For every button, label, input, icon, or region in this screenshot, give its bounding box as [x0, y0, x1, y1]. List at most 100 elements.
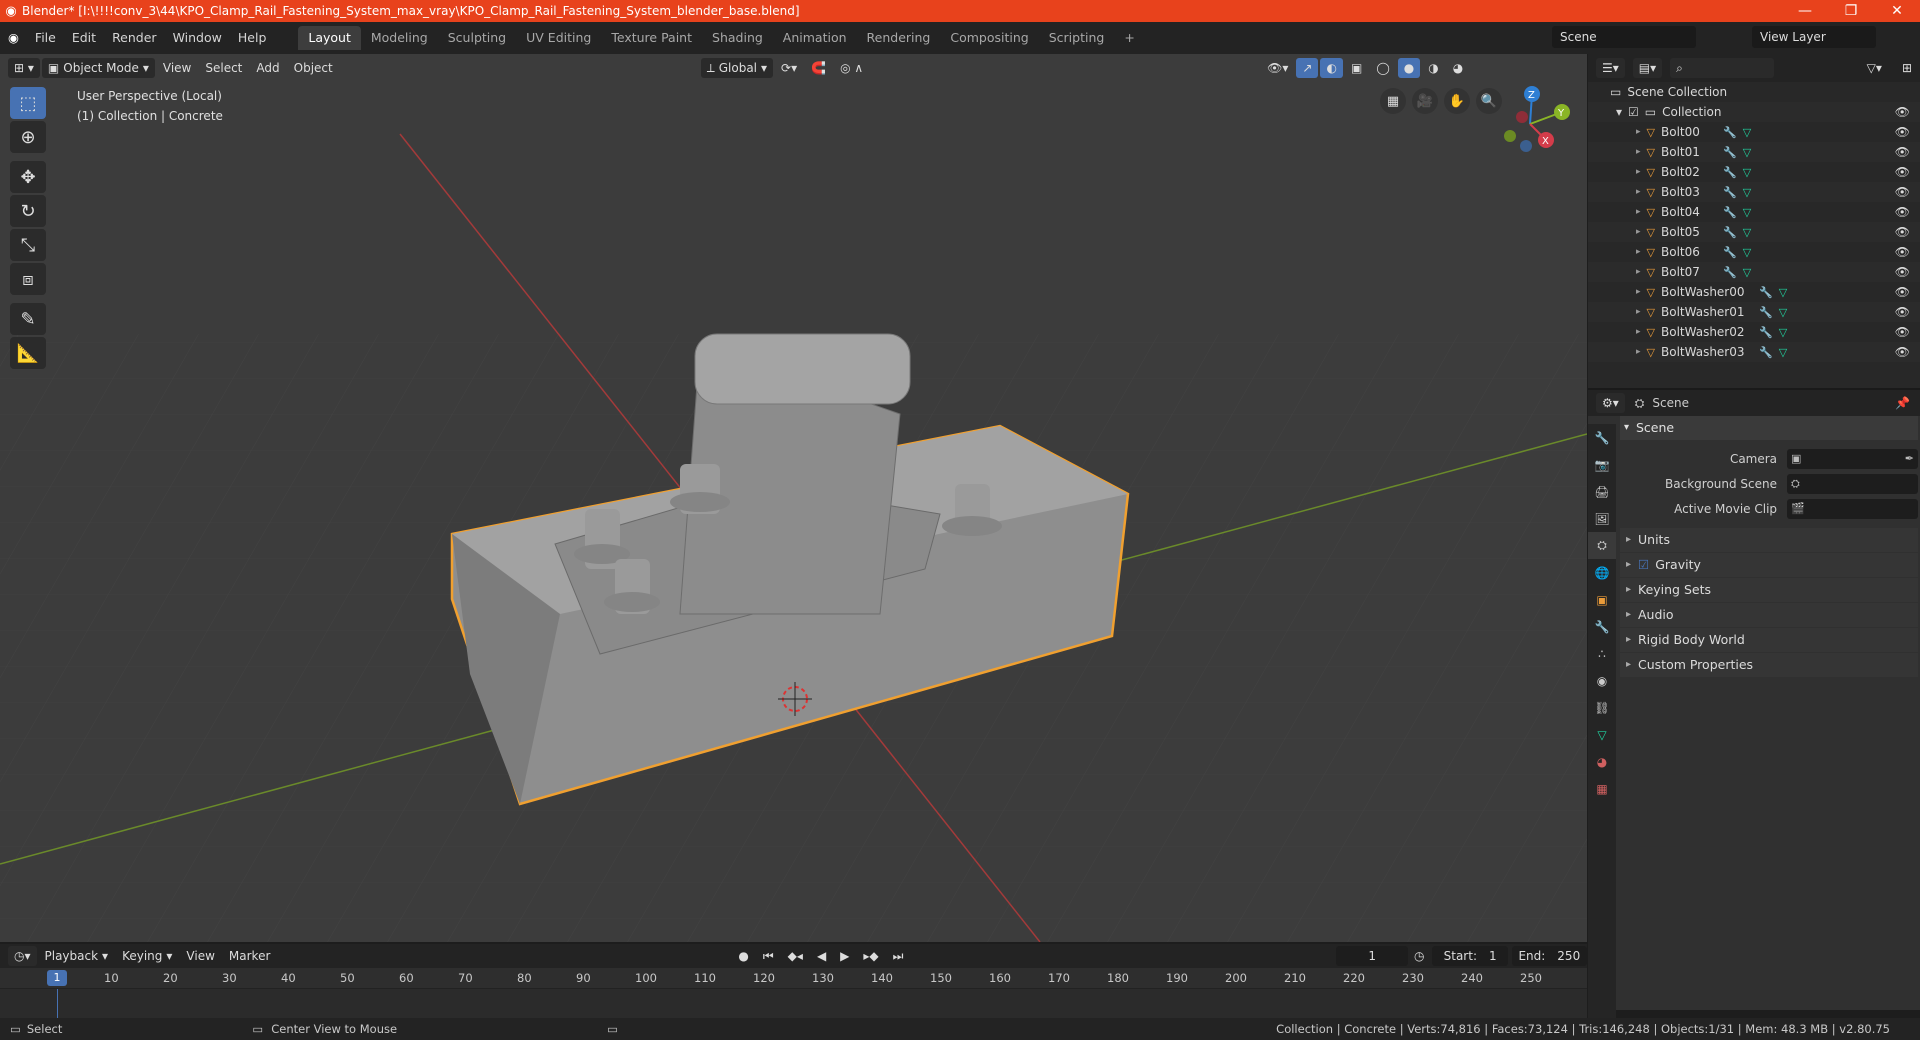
expand-arrow-icon[interactable]: ▸	[1636, 347, 1641, 357]
close-button[interactable]: ✕	[1874, 3, 1920, 19]
record-icon[interactable]: ●	[732, 946, 754, 966]
editor-type-button[interactable]: ⊞ ▾	[8, 58, 40, 78]
expand-arrow-icon[interactable]: ▸	[1636, 287, 1641, 297]
tree-row-object[interactable]: ▸ ▽ Bolt05 🔧 ▽ 👁	[1588, 222, 1920, 242]
expand-arrow-icon[interactable]: ▸	[1636, 227, 1641, 237]
minimize-button[interactable]: —	[1782, 3, 1828, 19]
tree-row-object[interactable]: ▸ ▽ Bolt07 🔧 ▽ 👁	[1588, 262, 1920, 282]
tab-shading[interactable]: Shading	[702, 26, 773, 50]
expand-arrow-icon[interactable]: ▸	[1636, 187, 1641, 197]
shading-rendered-icon[interactable]: ◕	[1447, 58, 1469, 78]
navigation-gizmo[interactable]: Z Y X	[1490, 84, 1570, 164]
tree-row-object[interactable]: ▸ ▽ BoltWasher03 🔧 ▽ 👁	[1588, 342, 1920, 362]
menu-render[interactable]: Render	[104, 27, 165, 49]
expand-arrow-icon[interactable]: ▸	[1636, 167, 1641, 177]
rotate-tool-icon[interactable]: ↻	[10, 195, 46, 227]
tree-row-object[interactable]: ▸ ▽ BoltWasher00 🔧 ▽ 👁	[1588, 282, 1920, 302]
eye-icon[interactable]: 👁	[1895, 265, 1910, 279]
current-frame-field[interactable]: 1	[1336, 946, 1408, 966]
move-tool-icon[interactable]: ✥	[10, 161, 46, 193]
material-tab-icon[interactable]: ◕	[1588, 748, 1616, 775]
tab-modeling[interactable]: Modeling	[361, 26, 438, 50]
timeline-ruler[interactable]: 1 10 20 30 40 50 60 70 80 90 100 110 120 130 140 150 16…	[0, 968, 1587, 988]
checkbox-icon[interactable]: ☑	[1628, 105, 1639, 119]
timeline-editor-type-button[interactable]: ◷▾	[8, 946, 37, 966]
expand-arrow-icon[interactable]: ▸	[1636, 267, 1641, 277]
tree-row-collection[interactable]: ▾ ☑ ▭ Collection 👁	[1588, 102, 1920, 122]
tab-layout[interactable]: Layout	[298, 26, 361, 50]
eye-icon[interactable]: 👁	[1895, 325, 1910, 339]
view-layer-selector[interactable]: View Layer	[1752, 26, 1876, 48]
visibility-icon[interactable]: 👁▾	[1261, 58, 1294, 78]
modifier-icon[interactable]: 🔧	[1723, 126, 1737, 139]
eye-icon[interactable]: 👁	[1895, 125, 1910, 139]
play-icon[interactable]: ▶	[834, 946, 855, 966]
world-tab-icon[interactable]: 🌐	[1588, 559, 1616, 586]
eye-icon[interactable]: 👁	[1895, 345, 1910, 359]
tab-uv-editing[interactable]: UV Editing	[516, 26, 601, 50]
menu-help[interactable]: Help	[230, 27, 275, 49]
modifier-icon[interactable]: 🔧	[1723, 226, 1737, 239]
camera-view-icon[interactable]: 🎥	[1412, 88, 1438, 114]
background-scene-field[interactable]: ⛭	[1787, 473, 1918, 494]
restore-button[interactable]: ❐	[1828, 3, 1874, 19]
eye-icon[interactable]: 👁	[1895, 205, 1910, 219]
data-tab-icon[interactable]: ▽	[1588, 721, 1616, 748]
eye-icon[interactable]: 👁	[1895, 185, 1910, 199]
cursor-tool-icon[interactable]: ⊕	[10, 121, 46, 153]
gravity-checkbox-icon[interactable]: ☑	[1638, 557, 1649, 572]
expand-arrow-icon[interactable]: ▸	[1636, 307, 1641, 317]
mesh-data-icon[interactable]: ▽	[1779, 286, 1787, 299]
tab-sculpting[interactable]: Sculpting	[438, 26, 516, 50]
eye-icon[interactable]: 👁	[1895, 145, 1910, 159]
preview-range-icon[interactable]: ◷	[1408, 946, 1430, 966]
scale-tool-icon[interactable]: ⤡	[10, 229, 46, 261]
modifier-icon[interactable]: 🔧	[1759, 306, 1773, 319]
proportional-edit-icon[interactable]: ◎ ∧	[834, 58, 869, 78]
subpanel-keying-sets[interactable]: Keying Sets	[1620, 578, 1918, 602]
tree-row-object[interactable]: ▸ ▽ BoltWasher01 🔧 ▽ 👁	[1588, 302, 1920, 322]
expand-arrow-icon[interactable]: ▾	[1616, 105, 1622, 119]
grid-view-icon[interactable]: ▦	[1380, 88, 1406, 114]
blender-menu-icon[interactable]: ◉	[0, 27, 27, 49]
gizmo-toggle-icon[interactable]: ↗	[1296, 58, 1319, 78]
output-tab-icon[interactable]: 🖨	[1588, 478, 1616, 505]
outliner-editor-type-button[interactable]: ☰▾	[1596, 58, 1625, 78]
scene-panel-title[interactable]: ▾ Scene	[1620, 416, 1918, 440]
mesh-data-icon[interactable]: ▽	[1779, 346, 1787, 359]
constraints-tab-icon[interactable]: ⛓	[1588, 694, 1616, 721]
mesh-data-icon[interactable]: ▽	[1743, 266, 1751, 279]
tree-row-object[interactable]: ▸ ▽ Bolt00 🔧 ▽ 👁	[1588, 122, 1920, 142]
modifier-icon[interactable]: 🔧	[1759, 326, 1773, 339]
tab-scripting[interactable]: Scripting	[1039, 26, 1115, 50]
expand-arrow-icon[interactable]: ▸	[1636, 247, 1641, 257]
shading-wireframe-icon[interactable]: ◯	[1370, 58, 1395, 78]
modifier-icon[interactable]: 🔧	[1723, 166, 1737, 179]
tree-row-object[interactable]: ▸ ▽ Bolt01 🔧 ▽ 👁	[1588, 142, 1920, 162]
tab-animation[interactable]: Animation	[773, 26, 857, 50]
eye-icon[interactable]: 👁	[1895, 245, 1910, 259]
outliner-search-input[interactable]: ⌕	[1670, 58, 1775, 78]
end-frame-field[interactable]: End: 250	[1511, 946, 1587, 966]
mesh-data-icon[interactable]: ▽	[1743, 206, 1751, 219]
play-reverse-icon[interactable]: ◀	[811, 946, 832, 966]
menu-edit[interactable]: Edit	[64, 27, 104, 49]
mesh-data-icon[interactable]: ▽	[1743, 226, 1751, 239]
viewport-menu-view[interactable]: View	[157, 58, 197, 78]
prev-keyframe-icon[interactable]: ◆◂	[782, 946, 809, 966]
tree-row-object[interactable]: ▸ ▽ Bolt02 🔧 ▽ 👁	[1588, 162, 1920, 182]
jump-end-icon[interactable]: ⏭	[887, 946, 910, 966]
scene-selector[interactable]: Scene	[1552, 26, 1696, 48]
frame-cursor[interactable]: 1	[47, 970, 67, 986]
mesh-data-icon[interactable]: ▽	[1743, 146, 1751, 159]
3d-viewport[interactable]: ⊞ ▾ ▣ Object Mode ▾ View Select Add Obje…	[0, 54, 1587, 942]
subpanel-custom-properties[interactable]: Custom Properties	[1620, 653, 1918, 677]
snap-icon[interactable]: 🧲	[805, 58, 832, 78]
expand-arrow-icon[interactable]: ▸	[1636, 127, 1641, 137]
modifier-icon[interactable]: 🔧	[1723, 266, 1737, 279]
shading-solid-icon[interactable]: ●	[1397, 58, 1421, 78]
active-clip-field[interactable]: 🎬	[1787, 498, 1918, 519]
new-collection-icon[interactable]: ⊞	[1896, 58, 1918, 78]
next-keyframe-icon[interactable]: ▸◆	[857, 946, 884, 966]
timeline-menu-marker[interactable]: Marker	[223, 946, 276, 966]
